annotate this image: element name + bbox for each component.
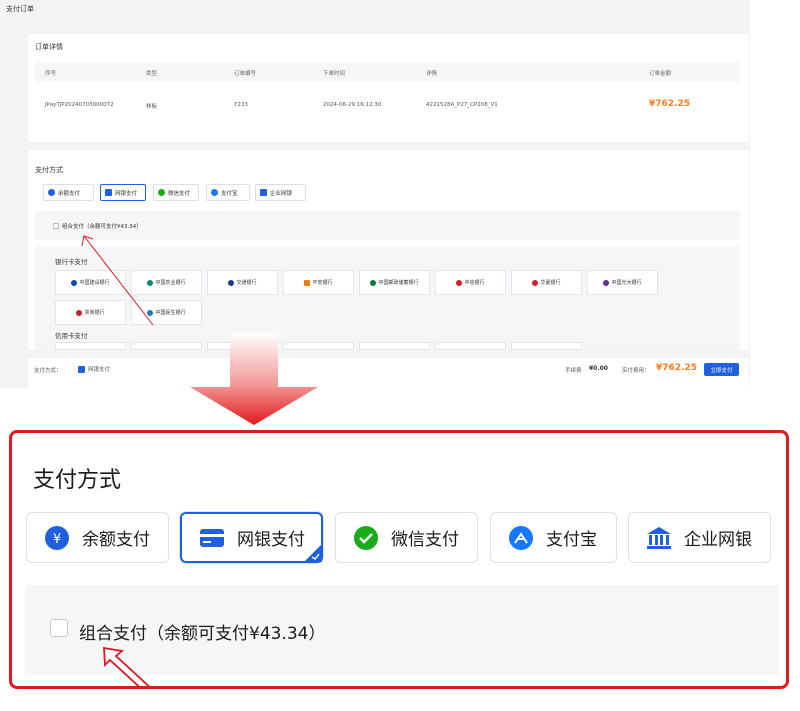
summary-method: 网银支付 — [78, 365, 110, 373]
cell-order-no: Y233 — [234, 102, 248, 108]
down-arrow-icon — [190, 333, 318, 425]
summary-method-label: 支付方式： — [34, 368, 62, 374]
header-order-no: 订单编号 — [234, 71, 257, 77]
method-label: 网银支付 — [237, 530, 305, 550]
selected-check-icon — [304, 544, 322, 562]
bank-logo-icon — [304, 279, 311, 286]
combo-checkbox-small[interactable] — [53, 223, 59, 229]
bank-tile-psbc[interactable]: 中国邮政储蓄银行 — [359, 270, 430, 295]
screenshot-panel: 支付订单 订单详情 序号 类型 订单编号 下单时间 详情 订单金额 JPayTJ… — [0, 0, 750, 388]
fee-value: ¥0.00 — [589, 365, 608, 372]
method-label: 支付宝 — [546, 530, 597, 550]
summary-bar: 支付方式： 网银支付 手续费 ¥0.00 实付费用： ¥762.25 立即支付 — [28, 358, 749, 388]
bank-logo-icon — [532, 279, 539, 286]
method-corporate-bank[interactable]: 企业网银 — [628, 512, 771, 563]
cell-detail: 4221528A_P27_CP208_V1 — [426, 102, 498, 108]
combo-payment-checkbox[interactable] — [50, 619, 68, 637]
cell-amount: ¥762.25 — [649, 99, 690, 109]
zoomed-payment-panel: 支付方式 ¥ 余额支付 网银支付 微信支付 支付宝 企业网银 组合支付（余额可支… — [9, 430, 789, 689]
payment-title-small: 支付方式 — [35, 166, 63, 174]
method-balance-small[interactable]: 余额支付 — [43, 184, 94, 201]
credit-tile[interactable] — [359, 342, 430, 350]
svg-text:¥: ¥ — [53, 532, 61, 547]
order-details-card: 订单详情 序号 类型 订单编号 下单时间 详情 订单金额 JPayTJP2024… — [28, 34, 749, 142]
cell-type: 样板 — [146, 104, 158, 110]
bank-tile-bocom[interactable]: 交通银行 — [207, 270, 278, 295]
header-amount: 订单金额 — [649, 71, 672, 77]
header-type: 类型 — [146, 71, 158, 77]
actual-label: 实付费用： — [622, 368, 650, 374]
method-label: 余额支付 — [58, 190, 81, 197]
page-title: 支付订单 — [6, 5, 34, 13]
method-label: 余额支付 — [82, 530, 150, 550]
header-time: 下单时间 — [323, 71, 346, 77]
bank-logo-icon — [456, 279, 463, 286]
method-label: 网银支付 — [115, 190, 138, 197]
yuan-icon: ¥ — [44, 525, 70, 551]
header-detail: 详情 — [426, 71, 438, 77]
method-ebank-small[interactable]: 网银支付 — [100, 184, 146, 201]
method-corp-small[interactable]: 企业网银 — [255, 184, 306, 201]
wechat-icon — [158, 189, 165, 196]
combo-label-small: 组合支付（余额可支付¥43.34） — [62, 224, 142, 230]
bank-logo-icon — [603, 279, 610, 286]
alipay-icon — [508, 525, 534, 551]
method-ebank[interactable]: 网银支付 — [180, 512, 323, 563]
card-icon — [105, 189, 112, 196]
combo-payment-label: 组合支付（余额可支付¥43.34） — [79, 624, 326, 644]
header-serial: 序号 — [45, 71, 57, 77]
bank-logo-icon — [71, 279, 78, 286]
bank-logo-icon — [228, 279, 235, 286]
card-icon — [78, 365, 85, 373]
order-table-header: 序号 类型 订单编号 下单时间 详情 订单金额 — [35, 62, 740, 82]
method-label: 支付宝 — [221, 190, 238, 197]
method-label: 企业网银 — [684, 530, 752, 550]
pay-now-button[interactable]: 立即支付 — [704, 363, 739, 376]
method-wechat[interactable]: 微信支付 — [335, 512, 478, 563]
credit-tile[interactable] — [511, 342, 582, 350]
method-label: 微信支付 — [391, 530, 459, 550]
bank-tile-pingan[interactable]: 平安银行 — [283, 270, 354, 295]
bank-icon — [260, 189, 267, 196]
credit-tile[interactable] — [55, 342, 126, 350]
summary-method-value: 网银支付 — [88, 367, 111, 373]
payment-title: 支付方式 — [33, 468, 122, 493]
credit-card-title: 信用卡支付 — [55, 332, 88, 340]
bank-logo-icon — [370, 279, 377, 286]
bank-tile-citic[interactable]: 中信银行 — [435, 270, 506, 295]
method-label: 企业网银 — [270, 190, 293, 197]
pointer-arrow-icon — [103, 646, 150, 686]
method-label: 微信支付 — [168, 190, 191, 197]
payment-card-small: 支付方式 余额支付 网银支付 微信支付 支付宝 企业网银 组合支付（余额可支付¥… — [28, 150, 749, 350]
fee-label: 手续费 — [565, 368, 582, 374]
credit-tile[interactable] — [435, 342, 506, 350]
pointer-arrow-small — [81, 235, 154, 326]
bank-tile-ceb[interactable]: 中国光大银行 — [587, 270, 658, 295]
order-details-title: 订单详情 — [35, 43, 63, 51]
card-icon — [199, 525, 225, 551]
cell-time: 2024-06-29 16:12:30 — [323, 102, 382, 108]
method-wechat-small[interactable]: 微信支付 — [153, 184, 199, 201]
method-balance[interactable]: ¥ 余额支付 — [26, 512, 169, 563]
actual-value: ¥762.25 — [656, 363, 697, 373]
alipay-icon — [211, 189, 218, 196]
yuan-icon — [48, 189, 55, 196]
bank-tile-hxb[interactable]: 华夏银行 — [511, 270, 582, 295]
wechat-icon — [353, 525, 379, 551]
bank-icon — [646, 525, 672, 551]
method-alipay[interactable]: 支付宝 — [490, 512, 617, 563]
method-alipay-small[interactable]: 支付宝 — [206, 184, 250, 201]
cell-serial: JPayTJP20240703000072 — [45, 102, 114, 108]
